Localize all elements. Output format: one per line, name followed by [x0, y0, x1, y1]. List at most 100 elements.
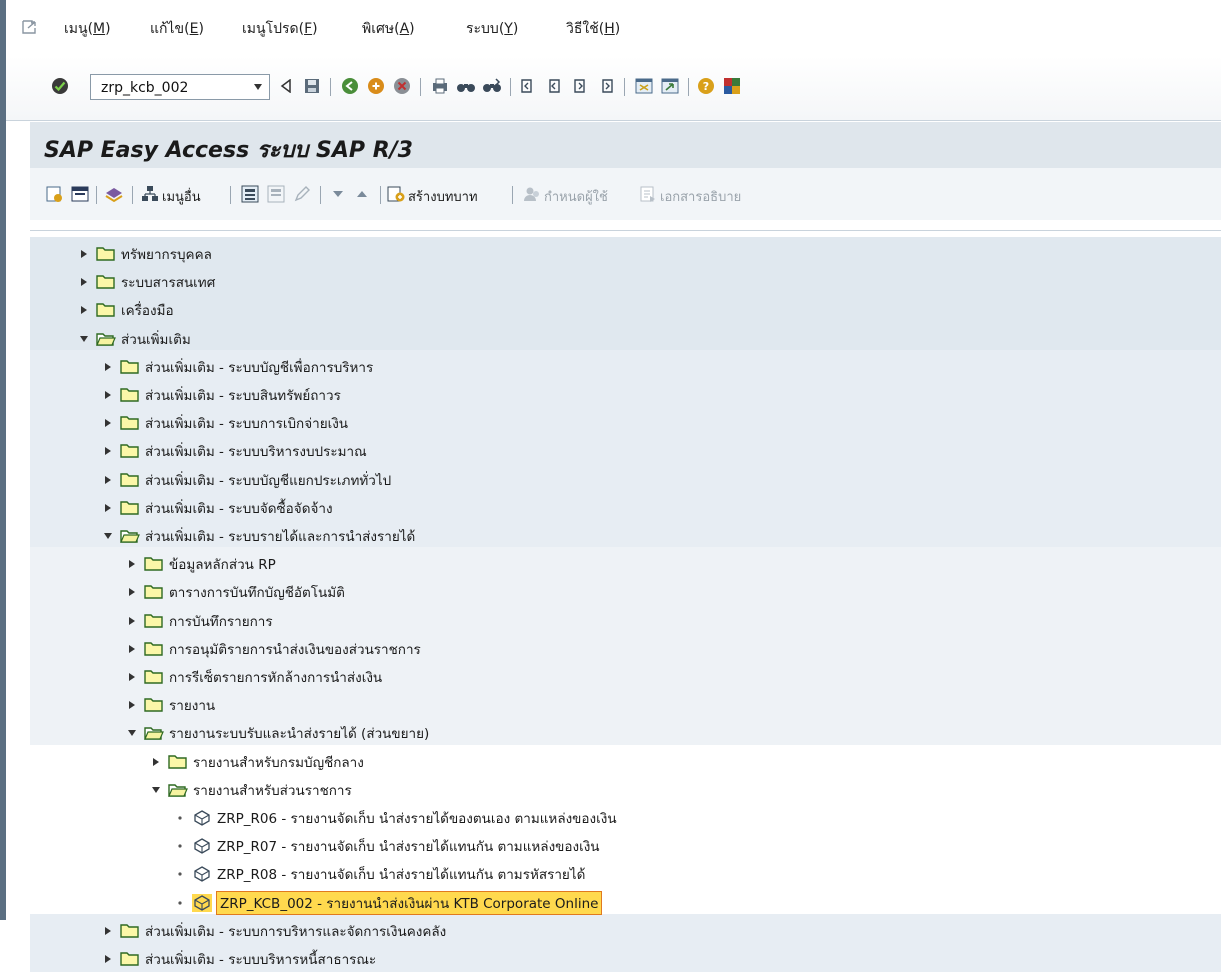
transaction-cube-icon — [192, 865, 212, 883]
tree-folder-node[interactable]: รายงานสำหรับกรมบัญชีกลาง — [148, 749, 364, 775]
sap-menu-icon[interactable] — [70, 184, 90, 204]
expanded-arrow-icon[interactable] — [100, 528, 116, 544]
collapsed-arrow-icon[interactable] — [124, 641, 140, 657]
menu-item-edit[interactable]: แก้ไข(E) — [150, 18, 204, 40]
tree-node-label: ระบบสารสนเทศ — [121, 275, 216, 292]
collapsed-arrow-icon[interactable] — [148, 754, 164, 770]
collapsed-arrow-icon[interactable] — [100, 387, 116, 403]
last-page-icon[interactable] — [596, 75, 616, 97]
customize-layout-icon[interactable] — [722, 75, 742, 97]
tree-folder-node[interactable]: รายงานสำหรับส่วนราชการ — [148, 777, 352, 803]
create-role-button[interactable]: สร้างบทบาท — [408, 186, 478, 207]
create-role-icon[interactable] — [386, 184, 406, 204]
pencil-icon[interactable] — [292, 184, 312, 204]
folder-icon — [144, 696, 164, 714]
tree-folder-node[interactable]: การบันทึกรายการ — [124, 608, 273, 634]
user-menu-icon[interactable] — [44, 184, 64, 204]
first-page-icon[interactable] — [518, 75, 538, 97]
other-menu-button[interactable]: เมนูอื่น — [162, 186, 201, 207]
tree-folder-node[interactable]: ทรัพยากรบุคคล — [76, 241, 212, 267]
collapsed-arrow-icon[interactable] — [100, 415, 116, 431]
menu-item-favorites[interactable]: เมนูโปรด(F) — [242, 18, 318, 40]
collapsed-arrow-icon[interactable] — [124, 669, 140, 685]
collapsed-arrow-icon[interactable] — [100, 923, 116, 939]
tree-folder-node[interactable]: ส่วนเพิ่มเติม - ระบบบัญชีแยกประเภททั่วไป — [100, 467, 391, 493]
collapsed-arrow-icon[interactable] — [100, 472, 116, 488]
folder-icon — [144, 612, 164, 630]
expanded-arrow-icon[interactable] — [124, 725, 140, 741]
chevron-down-icon[interactable] — [247, 75, 269, 99]
collapsed-arrow-icon[interactable] — [76, 274, 92, 290]
tree-folder-node[interactable]: ส่วนเพิ่มเติม - ระบบบัญชีเพื่อการบริหาร — [100, 354, 373, 380]
collapsed-arrow-icon[interactable] — [100, 443, 116, 459]
toolbar-separator — [320, 186, 321, 204]
find-next-icon[interactable] — [482, 75, 502, 97]
collapsed-arrow-icon[interactable] — [76, 246, 92, 262]
back-icon[interactable] — [340, 75, 360, 97]
collapsed-arrow-icon[interactable] — [124, 697, 140, 713]
command-input[interactable] — [99, 78, 233, 98]
documentation-icon[interactable] — [638, 184, 658, 204]
tree-transaction-node[interactable]: ZRP_KCB_002 - รายงานนำส่งเงินผ่าน KTB Co… — [172, 890, 603, 916]
collapsed-arrow-icon[interactable] — [124, 556, 140, 572]
add-to-favorites-icon[interactable] — [240, 184, 260, 204]
menu-item-system[interactable]: ระบบ(Y) — [466, 18, 518, 40]
assign-user-icon[interactable] — [522, 184, 542, 204]
triangle-left-icon[interactable] — [276, 75, 296, 97]
delete-favorite-icon[interactable] — [266, 184, 286, 204]
previous-page-icon[interactable] — [544, 75, 564, 97]
tree-folder-node[interactable]: ตารางการบันทึกบัญชีอัตโนมัติ — [124, 579, 345, 605]
tree-folder-node[interactable]: การรีเซ็ตรายการหักล้างการนำส่งเงิน — [124, 664, 382, 690]
tree-folder-node[interactable]: เครื่องมือ — [76, 297, 174, 323]
tree-transaction-node[interactable]: ZRP_R06 - รายงานจัดเก็บ นำส่งรายได้ของตน… — [172, 805, 617, 831]
tree-transaction-node[interactable]: ZRP_R07 - รายงานจัดเก็บ นำส่งรายได้แทนกั… — [172, 833, 600, 859]
tree-node-label: ส่วนเพิ่มเติม - ระบบบริหารงบประมาณ — [145, 444, 367, 461]
exit-icon[interactable] — [366, 75, 386, 97]
tree-transaction-node[interactable]: ZRP_R08 - รายงานจัดเก็บ นำส่งรายได้แทนกั… — [172, 861, 585, 887]
cancel-icon[interactable] — [392, 75, 412, 97]
new-session-icon[interactable] — [634, 75, 654, 97]
tree-folder-node[interactable]: ส่วนเพิ่มเติม — [76, 326, 191, 352]
tree-folder-node[interactable]: ส่วนเพิ่มเติม - ระบบบริหารหนี้สาธารณะ — [100, 946, 376, 972]
title-bar: SAP Easy Access ระบบ SAP R/3 — [30, 122, 1221, 168]
tree-folder-node[interactable]: การอนุมัติรายการนำส่งเงินของส่วนราชการ — [124, 636, 421, 662]
menu-item-menu[interactable]: เมนู(M) — [64, 18, 111, 40]
move-down-icon[interactable] — [328, 184, 348, 204]
folder-icon — [144, 640, 164, 658]
command-field[interactable] — [90, 74, 270, 100]
expanded-arrow-icon[interactable] — [76, 331, 92, 347]
other-menu-icon[interactable] — [140, 184, 160, 204]
tree-folder-node[interactable]: ส่วนเพิ่มเติม - ระบบบริหารงบประมาณ — [100, 438, 367, 464]
tree-folder-node[interactable]: ส่วนเพิ่มเติม - ระบบการเบิกจ่ายเงิน — [100, 410, 348, 436]
expanded-arrow-icon[interactable] — [148, 782, 164, 798]
collapsed-arrow-icon[interactable] — [100, 359, 116, 375]
transaction-cube-icon — [192, 837, 212, 855]
collapsed-arrow-icon[interactable] — [76, 302, 92, 318]
collapsed-arrow-icon[interactable] — [124, 613, 140, 629]
help-icon[interactable]: ? — [696, 75, 716, 97]
shortcut-icon[interactable] — [660, 75, 680, 97]
collapsed-arrow-icon[interactable] — [100, 500, 116, 516]
find-icon[interactable] — [456, 75, 476, 97]
tree-folder-node[interactable]: ส่วนเพิ่มเติม - ระบบรายได้และการนำส่งราย… — [100, 523, 415, 549]
save-icon[interactable] — [302, 75, 322, 97]
tree-folder-node[interactable]: รายงาน — [124, 692, 215, 718]
tree-folder-node[interactable]: รายงานระบบรับและนำส่งรายได้ (ส่วนขยาย) — [124, 720, 429, 746]
tree-folder-node[interactable]: ข้อมูลหลักส่วน RP — [124, 551, 276, 577]
collapsed-arrow-icon[interactable] — [124, 584, 140, 600]
assign-user-button[interactable]: กำหนดผู้ใช้ — [544, 186, 608, 207]
tree-folder-node[interactable]: ส่วนเพิ่มเติม - ระบบสินทรัพย์ถาวร — [100, 382, 341, 408]
collapsed-arrow-icon[interactable] — [100, 951, 116, 967]
menu-arrow-icon[interactable] — [22, 19, 38, 34]
tree-folder-node[interactable]: ส่วนเพิ่มเติม - ระบบจัดซื้อจัดจ้าง — [100, 495, 333, 521]
documentation-button[interactable]: เอกสารอธิบาย — [660, 186, 741, 207]
print-icon[interactable] — [430, 75, 450, 97]
tree-folder-node[interactable]: ระบบสารสนเทศ — [76, 269, 215, 295]
move-up-icon[interactable] — [352, 184, 372, 204]
enter-check-icon[interactable] — [50, 75, 70, 97]
menu-item-extras[interactable]: พิเศษ(A) — [362, 18, 415, 40]
favorites-icon[interactable] — [104, 184, 124, 204]
tree-folder-node[interactable]: ส่วนเพิ่มเติม - ระบบการบริหารและจัดการเง… — [100, 918, 446, 944]
menu-item-help[interactable]: วิธีใช้(H) — [566, 18, 620, 40]
next-page-icon[interactable] — [570, 75, 590, 97]
